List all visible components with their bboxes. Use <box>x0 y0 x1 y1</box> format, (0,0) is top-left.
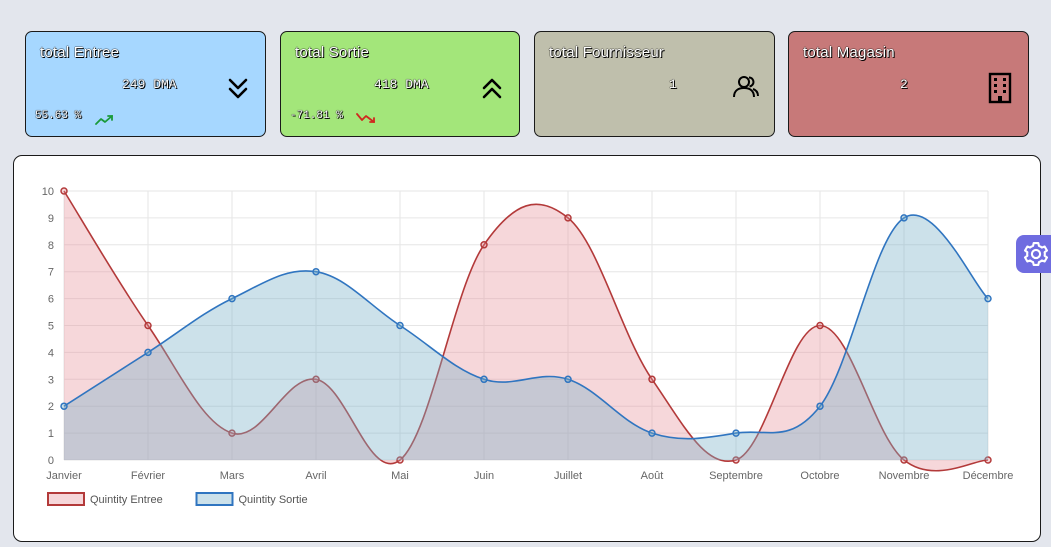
y-tick-label: 3 <box>48 374 54 386</box>
double-chevron-up-icon <box>480 76 504 107</box>
x-tick-label: Août <box>641 470 664 482</box>
data-point <box>648 429 656 437</box>
data-point <box>648 375 656 384</box>
data-point <box>732 429 740 437</box>
card-value: 2 <box>900 77 908 92</box>
double-chevron-down-icon <box>226 76 250 107</box>
x-tick-label: Février <box>131 470 166 482</box>
x-tick-label: Juin <box>474 470 494 482</box>
trend-up-icon <box>95 113 115 131</box>
data-point <box>984 294 992 303</box>
line-chart: 0 1 2 3 4 5 6 7 8 9 10 Janvier Février Mars Avril Mai Ju… <box>42 186 1014 506</box>
card-total-fournisseur: total Fournisseur 1 <box>534 31 775 137</box>
data-point <box>900 214 908 222</box>
data-point <box>144 348 152 357</box>
x-tick-label: Novembre <box>879 470 930 482</box>
data-point <box>144 321 152 330</box>
data-point <box>396 321 404 330</box>
card-title: total Magasin <box>803 44 895 61</box>
x-tick-label: Septembre <box>709 470 763 482</box>
data-point <box>816 321 824 330</box>
settings-button[interactable] <box>1016 235 1051 273</box>
x-tick-label: Mai <box>391 470 409 482</box>
card-total-magasin: total Magasin 2 <box>788 31 1029 137</box>
legend-label: Quintity Entree <box>90 494 163 506</box>
x-tick-label: Mars <box>220 470 245 482</box>
card-title: total Fournisseur <box>549 44 665 61</box>
gear-icon <box>1023 241 1049 267</box>
card-total-sortie: total Sortie 418 DMA -71.81 % <box>280 31 520 137</box>
x-tick-label: Décembre <box>963 470 1014 482</box>
y-tick-label: 8 <box>48 240 54 252</box>
card-percent: -71.81 % <box>290 110 343 122</box>
y-tick-label: 1 <box>48 428 54 440</box>
data-point <box>480 375 488 384</box>
y-tick-label: 6 <box>48 294 54 306</box>
data-point <box>564 375 572 384</box>
card-title: total Entree <box>40 44 120 61</box>
y-tick-label: 4 <box>48 347 54 359</box>
building-icon <box>988 72 1012 109</box>
x-tick-label: Juillet <box>554 470 582 482</box>
data-point <box>60 402 68 410</box>
card-total-entree: total Entree 249 DMA 55.63 % <box>25 31 266 137</box>
card-title: total Sortie <box>295 44 370 61</box>
legend-label: Quintity Sortie <box>239 494 308 506</box>
x-tick-label: Avril <box>305 470 326 482</box>
trend-down-icon <box>356 111 378 129</box>
legend-swatch <box>47 492 85 506</box>
x-tick-label: Octobre <box>800 470 839 482</box>
x-tick-label: Janvier <box>46 470 82 482</box>
y-tick-label: 5 <box>48 321 54 333</box>
card-value: 418 DMA <box>374 77 429 92</box>
chart-panel: 0 1 2 3 4 5 6 7 8 9 10 Janvier Février Mars Avril Mai Ju… <box>13 155 1041 542</box>
y-tick-label: 2 <box>48 401 54 413</box>
y-tick-label: 10 <box>42 186 54 198</box>
data-point <box>480 241 488 249</box>
card-value: 249 DMA <box>122 77 177 92</box>
legend-swatch <box>195 492 234 506</box>
data-point <box>228 294 236 303</box>
data-point <box>312 267 320 276</box>
card-value: 1 <box>669 77 677 92</box>
y-tick-label: 0 <box>48 455 54 467</box>
data-point <box>564 214 572 222</box>
y-tick-label: 9 <box>48 213 54 225</box>
data-point <box>816 402 824 410</box>
y-tick-label: 7 <box>48 267 54 279</box>
users-icon <box>731 74 761 105</box>
data-point <box>60 187 68 195</box>
card-percent: 55.63 % <box>35 110 82 122</box>
